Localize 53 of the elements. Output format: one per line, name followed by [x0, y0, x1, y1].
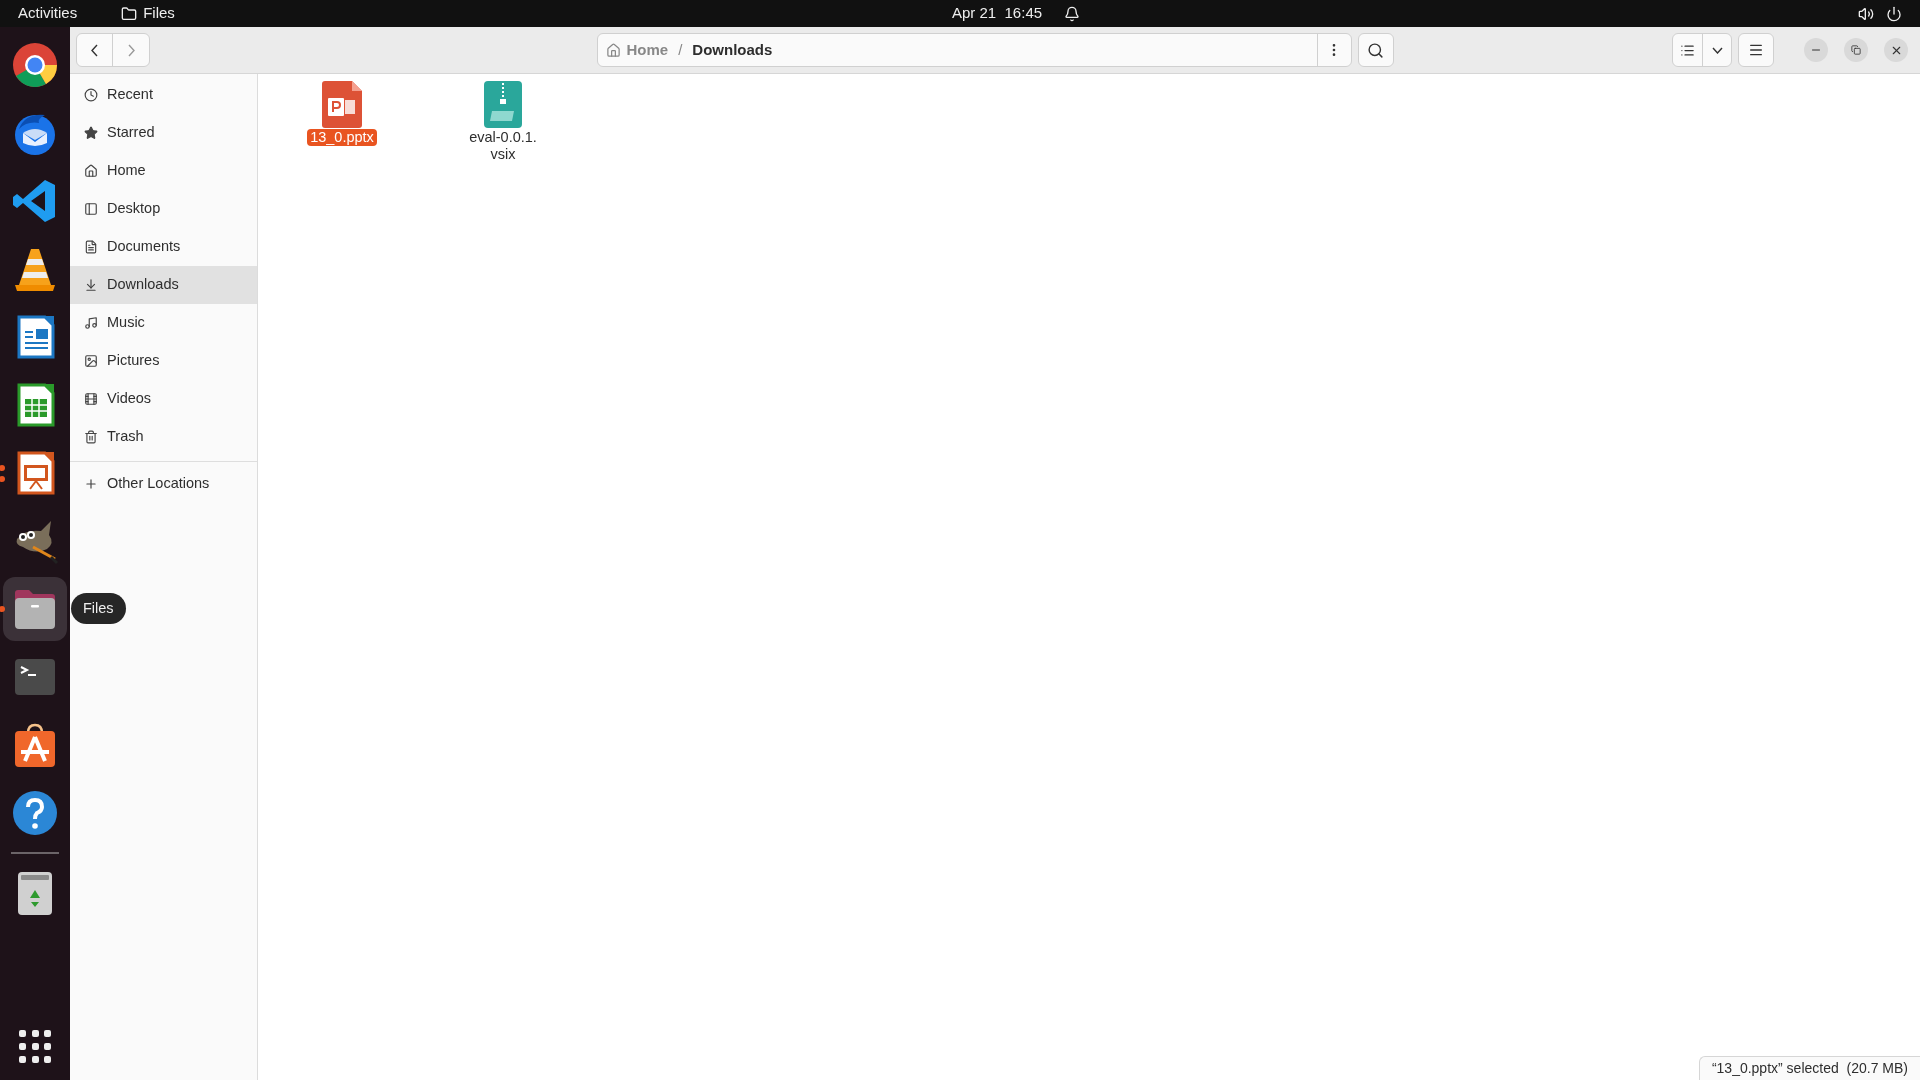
clock[interactable]: Apr 21 16:45	[952, 2, 1043, 25]
tooltip: Files	[71, 593, 126, 624]
search-button[interactable]	[1357, 33, 1394, 67]
dock-app-button[interactable]	[3, 577, 67, 641]
sidebar-item[interactable]: Music	[70, 304, 257, 342]
document-icon	[84, 240, 98, 254]
trash-icon	[84, 430, 98, 444]
volume-icon[interactable]	[1858, 5, 1874, 22]
desktop-icon	[84, 202, 98, 216]
folder-icon	[121, 5, 138, 22]
path-separator: /	[678, 39, 683, 60]
sidebar-item[interactable]: Starred	[70, 114, 257, 152]
file-name[interactable]: 13_0.pptx	[307, 129, 377, 146]
sidebar-item[interactable]: Recent	[70, 76, 257, 114]
list-icon	[1680, 42, 1695, 58]
chevron-down-icon	[1711, 46, 1723, 54]
film-icon	[84, 392, 98, 406]
minimize-button[interactable]	[1804, 38, 1828, 62]
browser-icon	[11, 41, 59, 89]
help-icon	[11, 789, 59, 837]
status-bar: “13_0.pptx” selected (20.7 MB)	[1698, 1056, 1920, 1080]
menu-button[interactable]	[1738, 33, 1774, 67]
app-menu[interactable]: Files	[143, 2, 175, 25]
file-name[interactable]: eval-0.0.1.vsix	[465, 129, 541, 163]
clock-icon	[84, 88, 98, 102]
sidebar-item[interactable]: Other Locations	[70, 465, 257, 503]
restore-icon	[1851, 45, 1861, 55]
sidebar-item[interactable]: Desktop	[70, 190, 257, 228]
star-icon	[84, 126, 98, 140]
search-icon	[1367, 41, 1384, 59]
sidebar-item[interactable]: Pictures	[70, 342, 257, 380]
bell-icon[interactable]	[1064, 5, 1081, 22]
activities-button[interactable]: Activities	[18, 2, 78, 25]
home-icon	[605, 42, 621, 58]
music-note-icon	[84, 316, 98, 330]
presentation-file-icon	[322, 81, 362, 128]
path-crumb[interactable]: Downloads	[692, 38, 773, 62]
sidebar-item[interactable]: Documents	[70, 228, 257, 266]
menu-icon	[1748, 42, 1764, 58]
power-icon[interactable]	[1886, 5, 1902, 22]
sidebar-item[interactable]: Home	[70, 152, 257, 190]
home-icon	[84, 164, 98, 178]
restore-button[interactable]	[1844, 38, 1868, 62]
sidebar-item[interactable]: Downloads	[70, 266, 257, 304]
plus-icon	[84, 477, 98, 491]
chevron-left-icon	[91, 43, 98, 57]
download-icon	[84, 278, 98, 292]
chevron-right-icon	[127, 43, 135, 57]
close-button[interactable]	[1884, 38, 1908, 62]
image-icon	[84, 354, 98, 368]
sidebar-item[interactable]: Trash	[70, 418, 257, 456]
sidebar-item[interactable]: Videos	[70, 380, 257, 418]
zip-archive-icon	[484, 81, 522, 128]
